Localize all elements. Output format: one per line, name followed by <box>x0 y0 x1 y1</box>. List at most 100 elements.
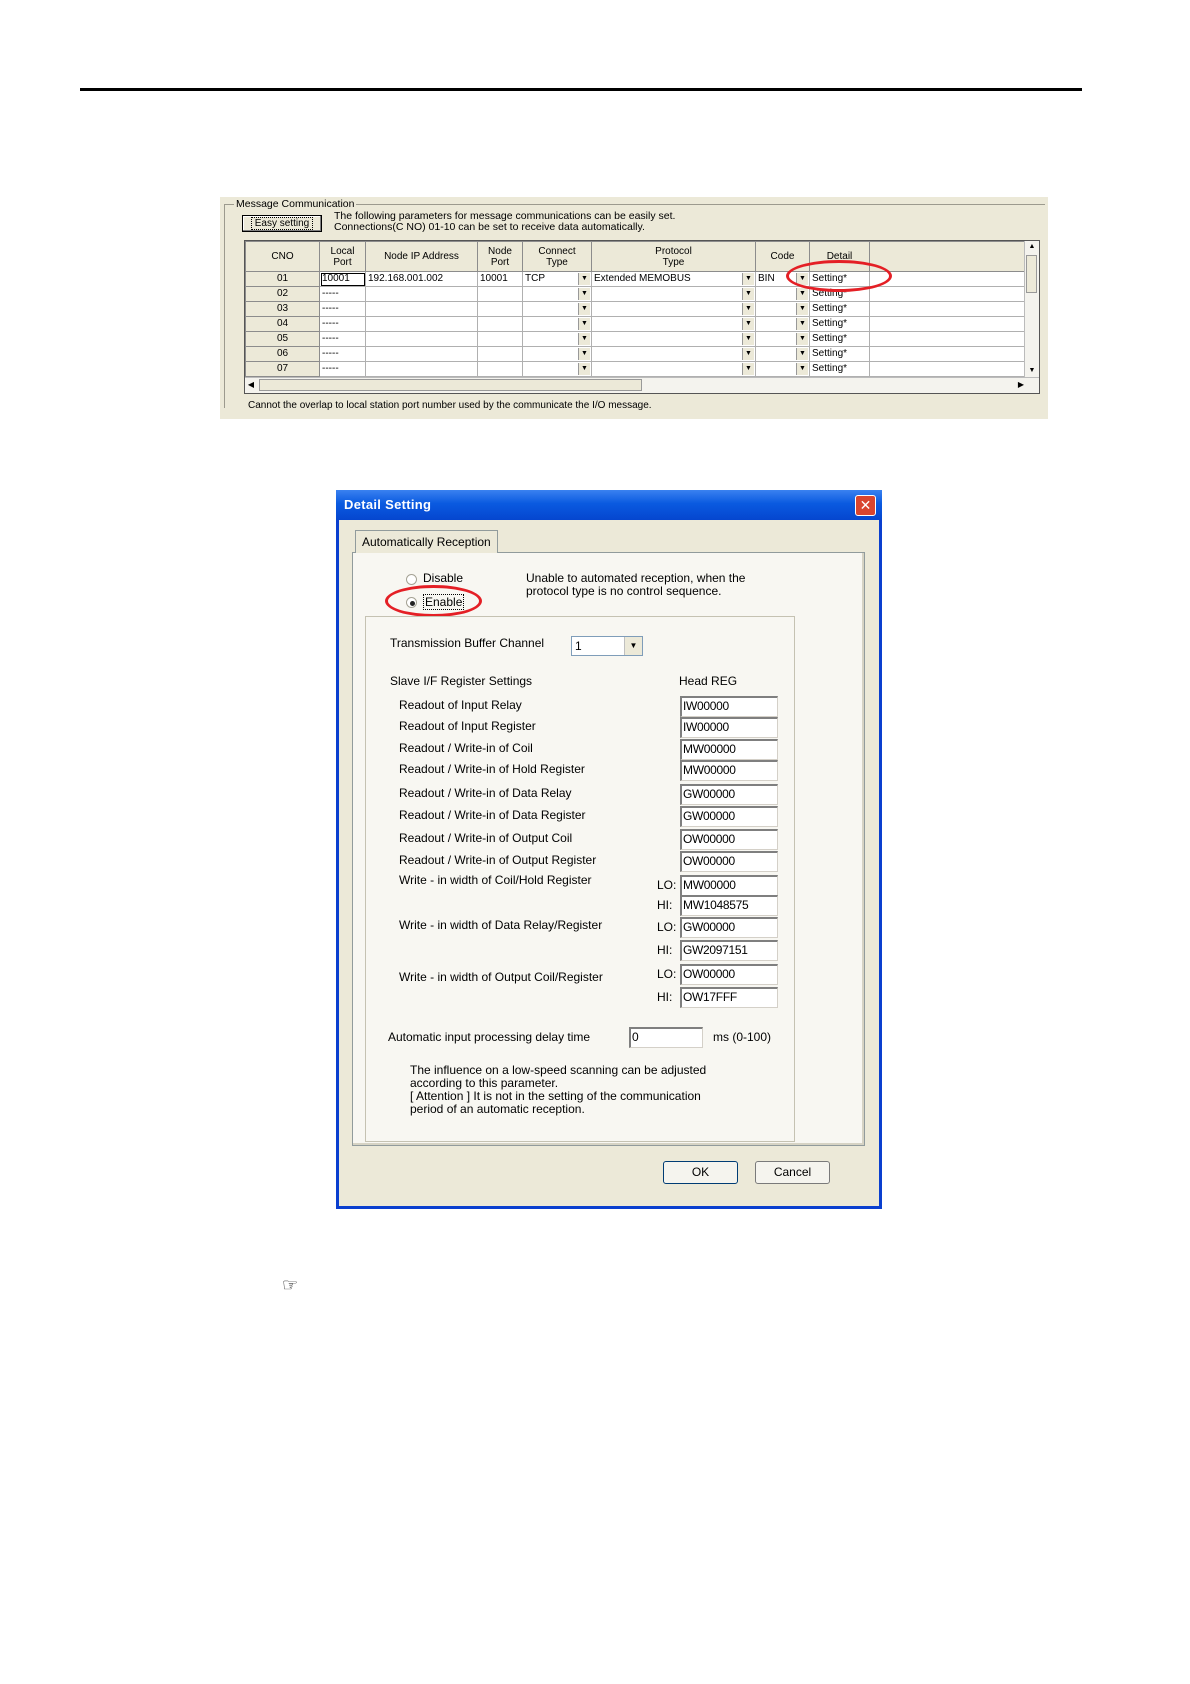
chevron-down-icon[interactable]: ▼ <box>578 318 590 330</box>
detail-cell[interactable]: Setting* <box>809 301 870 317</box>
table-row[interactable]: 03 ----- ▼ ▼ ▼ Setting* <box>245 301 1025 317</box>
cno-cell[interactable]: 07 <box>245 361 320 377</box>
chevron-down-icon[interactable]: ▼ <box>796 318 808 330</box>
local-port-cell[interactable]: ----- <box>319 286 366 302</box>
hi-register-input[interactable]: MW1048575 <box>680 895 778 916</box>
buffer-channel-select[interactable]: 1 ▼ <box>571 636 643 656</box>
cno-cell[interactable]: 01 <box>245 271 320 287</box>
node-port-cell[interactable] <box>477 346 523 362</box>
cno-cell[interactable]: 03 <box>245 301 320 317</box>
chevron-down-icon[interactable]: ▼ <box>578 288 590 300</box>
node-port-cell[interactable] <box>477 331 523 347</box>
node-ip-cell[interactable] <box>365 346 478 362</box>
register-input[interactable]: GW00000 <box>680 784 778 805</box>
code-cell[interactable]: ▼ <box>755 331 810 347</box>
protocol-type-cell[interactable]: ▼ <box>591 361 756 377</box>
node-port-cell[interactable] <box>477 361 523 377</box>
chevron-down-icon[interactable]: ▼ <box>624 637 642 655</box>
chevron-down-icon[interactable]: ▼ <box>796 303 808 315</box>
ok-button[interactable]: OK <box>663 1161 738 1184</box>
node-ip-cell[interactable] <box>365 316 478 332</box>
scroll-thumb[interactable] <box>1026 255 1037 293</box>
cancel-button[interactable]: Cancel <box>755 1161 830 1184</box>
local-port-cell[interactable]: ----- <box>319 331 366 347</box>
table-row[interactable]: 06 ----- ▼ ▼ ▼ Setting* <box>245 346 1025 362</box>
cno-cell[interactable]: 05 <box>245 331 320 347</box>
protocol-type-cell[interactable]: ▼ <box>591 316 756 332</box>
code-cell[interactable]: ▼ <box>755 316 810 332</box>
table-row[interactable]: 07 ----- ▼ ▼ ▼ Setting* <box>245 361 1025 377</box>
horizontal-scrollbar[interactable]: ◀ ▶ <box>245 377 1039 393</box>
node-ip-cell[interactable] <box>365 361 478 377</box>
register-input[interactable]: OW00000 <box>680 851 778 872</box>
local-port-cell[interactable]: 10001 <box>319 271 366 287</box>
vertical-scrollbar[interactable]: ▲ ▼ <box>1024 241 1039 377</box>
detail-cell[interactable]: Setting* <box>809 346 870 362</box>
protocol-type-cell[interactable]: ▼ <box>591 331 756 347</box>
lo-register-input[interactable]: OW00000 <box>680 964 778 985</box>
scroll-left-icon[interactable]: ◀ <box>245 379 257 391</box>
tab-automatically-reception[interactable]: Automatically Reception <box>355 530 498 553</box>
chevron-down-icon[interactable]: ▼ <box>578 273 590 285</box>
connect-type-cell[interactable]: TCP ▼ <box>522 271 592 287</box>
node-ip-cell[interactable] <box>365 286 478 302</box>
connect-type-cell[interactable]: ▼ <box>522 316 592 332</box>
node-port-cell[interactable]: 10001 <box>477 271 523 287</box>
connect-type-cell[interactable]: ▼ <box>522 346 592 362</box>
chevron-down-icon[interactable]: ▼ <box>796 333 808 345</box>
register-input[interactable]: IW00000 <box>680 717 778 738</box>
node-port-cell[interactable] <box>477 286 523 302</box>
chevron-down-icon[interactable]: ▼ <box>742 363 754 375</box>
table-row[interactable]: 01 10001 192.168.001.002 10001 TCP ▼ Extended … <box>245 271 1025 287</box>
protocol-type-cell[interactable]: ▼ <box>591 286 756 302</box>
scroll-thumb-horizontal[interactable] <box>259 379 642 391</box>
code-cell[interactable]: ▼ <box>755 361 810 377</box>
chevron-down-icon[interactable]: ▼ <box>742 303 754 315</box>
chevron-down-icon[interactable]: ▼ <box>742 333 754 345</box>
node-ip-cell[interactable] <box>365 301 478 317</box>
chevron-down-icon[interactable]: ▼ <box>796 348 808 360</box>
hi-register-input[interactable]: OW17FFF <box>680 987 778 1008</box>
chevron-down-icon[interactable]: ▼ <box>578 333 590 345</box>
delay-input[interactable]: 0 <box>629 1027 703 1048</box>
node-port-cell[interactable] <box>477 316 523 332</box>
local-port-cell[interactable]: ----- <box>319 301 366 317</box>
connect-type-cell[interactable]: ▼ <box>522 286 592 302</box>
chevron-down-icon[interactable]: ▼ <box>578 363 590 375</box>
chevron-down-icon[interactable]: ▼ <box>796 288 808 300</box>
table-row[interactable]: 05 ----- ▼ ▼ ▼ Setting* <box>245 331 1025 347</box>
node-ip-cell[interactable]: 192.168.001.002 <box>365 271 478 287</box>
local-port-cell[interactable]: ----- <box>319 346 366 362</box>
connect-type-cell[interactable]: ▼ <box>522 301 592 317</box>
register-input[interactable]: IW00000 <box>680 696 778 717</box>
local-port-cell[interactable]: ----- <box>319 361 366 377</box>
chevron-down-icon[interactable]: ▼ <box>742 288 754 300</box>
cno-cell[interactable]: 04 <box>245 316 320 332</box>
code-cell[interactable]: ▼ <box>755 301 810 317</box>
register-input[interactable]: MW00000 <box>680 760 778 781</box>
code-cell[interactable]: ▼ <box>755 346 810 362</box>
detail-cell[interactable]: Setting* <box>809 316 870 332</box>
protocol-type-cell[interactable]: Extended MEMOBUS ▼ <box>591 271 756 287</box>
protocol-type-cell[interactable]: ▼ <box>591 301 756 317</box>
scroll-right-icon[interactable]: ▶ <box>1015 379 1027 391</box>
chevron-down-icon[interactable]: ▼ <box>796 363 808 375</box>
lo-register-input[interactable]: GW00000 <box>680 917 778 938</box>
chevron-down-icon[interactable]: ▼ <box>578 348 590 360</box>
table-row[interactable]: 02 ----- ▼ ▼ ▼ Setting* <box>245 286 1025 302</box>
table-row[interactable]: 04 ----- ▼ ▼ ▼ Setting* <box>245 316 1025 332</box>
easy-setting-button[interactable]: Easy setting <box>242 215 322 232</box>
local-port-cell[interactable]: ----- <box>319 316 366 332</box>
connect-type-cell[interactable]: ▼ <box>522 361 592 377</box>
close-icon[interactable]: ✕ <box>855 495 876 516</box>
detail-cell[interactable]: Setting* <box>809 331 870 347</box>
node-port-cell[interactable] <box>477 301 523 317</box>
protocol-type-cell[interactable]: ▼ <box>591 346 756 362</box>
disable-radio[interactable] <box>406 574 417 585</box>
register-input[interactable]: GW00000 <box>680 806 778 827</box>
scroll-up-icon[interactable]: ▲ <box>1025 241 1039 253</box>
chevron-down-icon[interactable]: ▼ <box>742 348 754 360</box>
chevron-down-icon[interactable]: ▼ <box>742 273 754 285</box>
lo-register-input[interactable]: MW00000 <box>680 875 778 896</box>
cno-cell[interactable]: 06 <box>245 346 320 362</box>
